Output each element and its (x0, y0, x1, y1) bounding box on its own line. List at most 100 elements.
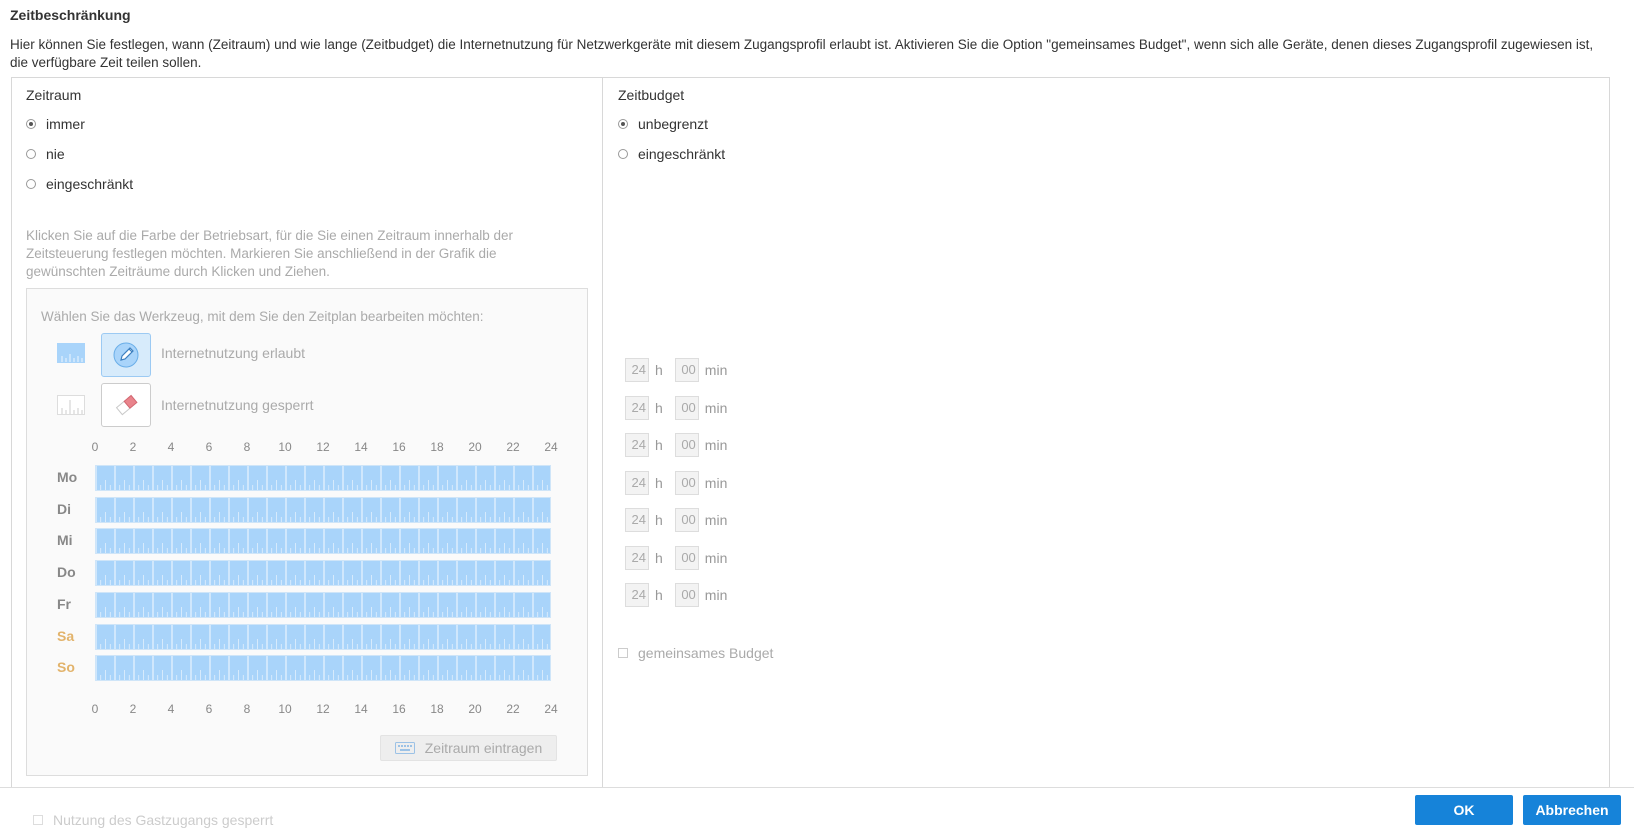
shared-budget-checkbox[interactable] (618, 648, 628, 658)
hours-unit: h (655, 362, 663, 378)
radio-label: immer (46, 116, 85, 132)
day-label: Sa (57, 627, 75, 644)
budget-minutes-input[interactable]: 00 (674, 470, 699, 495)
hour-tick-label: 18 (430, 440, 444, 454)
radio-label: eingeschränkt (638, 146, 726, 162)
hour-tick-label: 20 (468, 702, 482, 716)
shared-budget-option[interactable]: gemeinsames Budget (618, 645, 773, 661)
zeitbudget-title: Zeitbudget (618, 87, 685, 103)
hours-unit: h (655, 437, 663, 453)
radio-button[interactable] (618, 119, 628, 129)
tool-caption: Wählen Sie das Werkzeug, mit dem Sie den… (41, 309, 484, 324)
day-schedule-bar[interactable] (95, 623, 551, 650)
day-schedule-bar[interactable] (95, 528, 551, 555)
radio-label: unbegrenzt (638, 116, 709, 132)
hours-unit: h (655, 587, 663, 603)
pencil-tool-label: Internetnutzung erlaubt (161, 345, 305, 361)
day-ticks (96, 497, 548, 522)
guest-lock-label: Nutzung des Gastzugangs gesperrt (53, 812, 274, 828)
zeitbudget-option-eingeschraenkt[interactable]: eingeschränkt (618, 146, 725, 162)
radio-button[interactable] (26, 149, 36, 159)
swatch-ticks (61, 400, 83, 414)
blocked-color-swatch[interactable] (57, 395, 85, 415)
hour-tick-label: 24 (544, 702, 558, 716)
hour-tick-label: 6 (205, 702, 213, 716)
section-heading: Zeitbeschränkung (10, 7, 131, 23)
day-ticks (96, 592, 548, 617)
allowed-color-swatch[interactable] (57, 343, 85, 363)
minutes-unit: min (704, 512, 728, 528)
hour-tick-label: 14 (354, 702, 368, 716)
zeitraum-option-nie[interactable]: nie (26, 146, 65, 162)
hour-tick-label: 22 (506, 440, 520, 454)
hour-tick-label: 10 (278, 702, 292, 716)
day-ticks (96, 561, 548, 586)
day-ticks (96, 656, 548, 681)
enter-time-range-button[interactable]: Zeitraum eintragen (380, 735, 557, 761)
budget-hours-input[interactable]: 24 (625, 508, 649, 532)
hour-tick-label: 12 (316, 440, 330, 454)
day-label: Do (57, 564, 76, 581)
budget-row: 24 h 00 min (625, 358, 727, 382)
zeitraum-option-eingeschraenkt[interactable]: eingeschränkt (26, 176, 133, 192)
minutes-unit: min (704, 474, 728, 491)
budget-row: 24 h 00 min (625, 508, 727, 532)
radio-button[interactable] (618, 149, 628, 159)
day-schedule-bar[interactable] (95, 591, 551, 618)
budget-hours-input[interactable]: 24 (625, 470, 649, 495)
hour-tick-label: 2 (129, 702, 137, 716)
day-ticks (96, 529, 548, 554)
swatch-ticks (61, 354, 83, 362)
hour-tick-label: 4 (167, 440, 175, 454)
eraser-icon (115, 394, 138, 416)
hour-tick-label: 14 (354, 440, 368, 454)
hour-tick-label: 18 (430, 702, 444, 716)
budget-minutes-input[interactable]: 00 (674, 358, 699, 382)
budget-minutes-input[interactable]: 00 (674, 433, 699, 457)
cancel-button[interactable]: Abbrechen (1523, 795, 1621, 825)
eraser-tool-label: Internetnutzung gesperrt (161, 397, 314, 413)
day-ticks (96, 466, 548, 490)
day-label: Di (57, 500, 71, 517)
radio-button[interactable] (26, 179, 36, 189)
minutes-unit: min (704, 549, 728, 566)
enter-time-range-label: Zeitraum eintragen (424, 740, 543, 756)
day-ticks (96, 624, 548, 649)
hour-tick-label: 10 (278, 440, 292, 454)
guest-lock-checkbox[interactable] (33, 815, 43, 825)
budget-minutes-input[interactable]: 00 (674, 395, 699, 420)
zeitraum-option-immer[interactable]: immer (26, 116, 85, 132)
eraser-tool-button[interactable] (101, 383, 151, 427)
zeitbudget-option-unbegrenzt[interactable]: unbegrenzt (618, 116, 708, 132)
budget-row: 24 h 00 min (625, 433, 727, 457)
pencil-tool-button[interactable] (101, 333, 151, 377)
day-schedule-bar[interactable] (95, 465, 551, 491)
budget-hours-input[interactable]: 24 (625, 358, 649, 382)
budget-hours-input[interactable]: 24 (625, 395, 649, 420)
day-schedule-bar[interactable] (95, 496, 551, 523)
day-label: Mi (57, 532, 73, 549)
budget-minutes-input[interactable]: 00 (674, 545, 699, 570)
day-schedule-bar[interactable] (95, 655, 551, 682)
budget-minutes-input[interactable]: 00 (674, 508, 699, 532)
hours-unit: h (655, 549, 663, 566)
guest-lock-option[interactable]: Nutzung des Gastzugangs gesperrt (33, 812, 273, 828)
hour-tick-label: 4 (167, 702, 175, 716)
hour-tick-label: 2 (129, 440, 137, 454)
shared-budget-label: gemeinsames Budget (638, 645, 774, 661)
ok-button[interactable]: OK (1415, 795, 1513, 825)
budget-hours-input[interactable]: 24 (625, 545, 649, 570)
hour-tick-label: 16 (392, 702, 406, 716)
radio-label: nie (46, 146, 65, 162)
hours-unit: h (655, 512, 663, 528)
keyboard-icon (394, 742, 415, 754)
day-schedule-bar[interactable] (95, 560, 551, 587)
footer-divider (0, 787, 1634, 788)
budget-hours-input[interactable]: 24 (625, 583, 649, 607)
budget-minutes-input[interactable]: 00 (674, 583, 699, 607)
panel-divider (602, 77, 603, 787)
radio-button[interactable] (26, 119, 36, 129)
budget-hours-input[interactable]: 24 (625, 433, 649, 457)
hour-tick-label: 12 (316, 702, 330, 716)
day-label: So (57, 659, 75, 676)
